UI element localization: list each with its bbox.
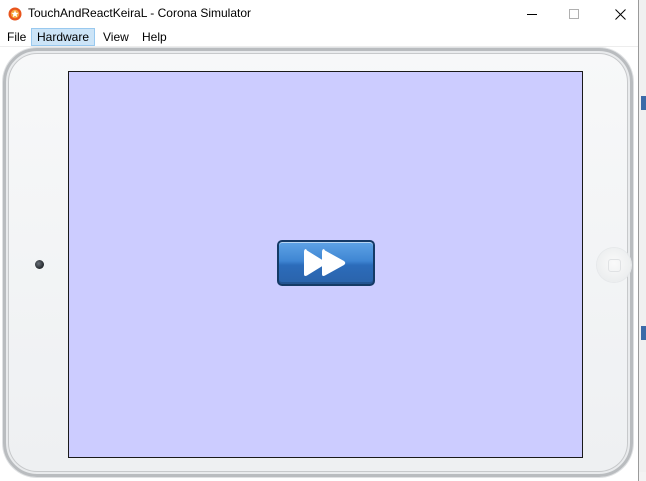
device-screen[interactable] bbox=[68, 71, 583, 458]
maximize-button[interactable] bbox=[551, 0, 597, 28]
background-window-edge bbox=[638, 0, 646, 481]
menu-bar: File Hardware View Help bbox=[0, 28, 638, 47]
close-button[interactable] bbox=[597, 0, 643, 28]
minimize-button[interactable] bbox=[509, 0, 555, 28]
camera-icon bbox=[35, 260, 44, 269]
background-window-mark bbox=[641, 96, 646, 110]
menu-file[interactable]: File bbox=[2, 28, 31, 46]
corona-icon bbox=[8, 7, 22, 21]
fast-forward-icon bbox=[304, 249, 346, 276]
fast-forward-button[interactable] bbox=[277, 240, 375, 286]
window-title: TouchAndReactKeiraL - Corona Simulator bbox=[28, 6, 252, 20]
home-square-icon bbox=[607, 258, 621, 272]
simulator-area bbox=[0, 47, 638, 481]
menu-hardware[interactable]: Hardware bbox=[31, 28, 96, 46]
minimize-icon bbox=[527, 14, 537, 15]
home-button-icon[interactable] bbox=[597, 248, 631, 282]
menu-help[interactable]: Help bbox=[137, 28, 172, 46]
background-window-mark bbox=[641, 326, 646, 340]
title-bar[interactable]: TouchAndReactKeiraL - Corona Simulator bbox=[0, 0, 638, 28]
menu-view[interactable]: View bbox=[98, 28, 134, 46]
ipad-frame bbox=[3, 48, 633, 477]
close-icon bbox=[614, 8, 626, 20]
simulator-window: TouchAndReactKeiraL - Corona Simulator F… bbox=[0, 0, 639, 481]
maximize-icon bbox=[569, 9, 579, 19]
